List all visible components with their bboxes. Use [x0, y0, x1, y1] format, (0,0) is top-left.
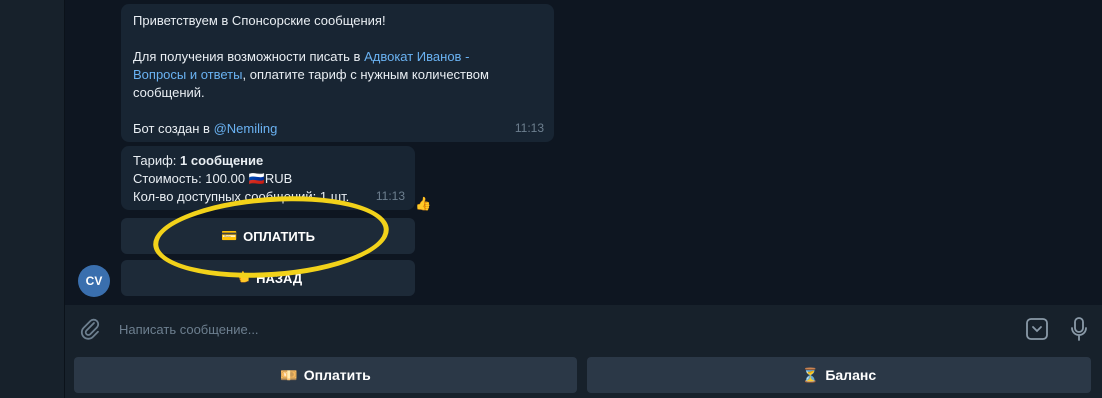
pointing-left-icon: 👈 — [233, 270, 251, 285]
welcome-footer: Бот создан в @Nemiling — [133, 120, 542, 138]
tariff-label: Тариф: — [133, 153, 180, 168]
tariff-value: 1 сообщение — [180, 153, 264, 168]
back-inline-label: НАЗАД — [256, 270, 303, 286]
pay-inline-label: ОПЛАТИТЬ — [243, 228, 316, 244]
pay-keyboard-button[interactable]: 💴 Оплатить — [74, 357, 577, 393]
message-time: 11:13 — [514, 121, 544, 135]
avatar[interactable]: CV — [78, 265, 110, 297]
price-line: Стоимость: 100.00 🇷🇺RUB — [133, 170, 403, 188]
welcome-footer-text: Бот создан в — [133, 121, 214, 136]
creator-link[interactable]: @Nemiling — [214, 121, 278, 136]
pay-inline-button[interactable]: 💳 ОПЛАТИТЬ — [121, 218, 415, 254]
tariff-line: Тариф: 1 сообщение — [133, 152, 403, 170]
hourglass-icon: ⏳ — [801, 366, 820, 383]
message-time: 11:13 — [375, 189, 405, 203]
balance-keyboard-label: Баланс — [825, 367, 877, 383]
message-composer — [65, 305, 1102, 352]
microphone-icon[interactable] — [1069, 316, 1089, 347]
tariff-message-bubble: Тариф: 1 сообщение Стоимость: 100.00 🇷🇺R… — [121, 146, 415, 210]
welcome-message-bubble: Приветствуем в Спонсорские сообщения! Дл… — [121, 4, 554, 142]
left-sidebar — [0, 0, 64, 398]
paperclip-icon[interactable] — [79, 316, 101, 345]
flag-icon: 🇷🇺 — [248, 171, 265, 186]
thumbs-up-reaction-icon[interactable]: 👍 — [415, 196, 431, 212]
reply-keyboard: 💴 Оплатить ⏳ Баланс — [65, 352, 1102, 398]
price-currency: RUB — [264, 171, 293, 186]
bot-keyboard-toggle-icon[interactable] — [1025, 317, 1049, 346]
pay-keyboard-label: Оплатить — [303, 367, 371, 383]
welcome-body: Для получения возможности писать в Адвок… — [133, 48, 513, 102]
banknote-icon: 💴 — [280, 366, 298, 383]
available-line: Кол-во доступных сообщений: 1 шт. — [133, 189, 350, 204]
credit-card-icon: 💳 — [220, 228, 238, 243]
welcome-body-text-1: Для получения возможности писать в — [133, 49, 365, 64]
back-inline-button[interactable]: 👈 НАЗАД — [121, 260, 415, 296]
welcome-greeting: Приветствуем в Спонсорские сообщения! — [133, 13, 386, 28]
balance-keyboard-button[interactable]: ⏳ Баланс — [587, 357, 1091, 393]
message-input[interactable] — [117, 316, 1001, 342]
price-label: Стоимость: 100.00 — [133, 171, 249, 186]
